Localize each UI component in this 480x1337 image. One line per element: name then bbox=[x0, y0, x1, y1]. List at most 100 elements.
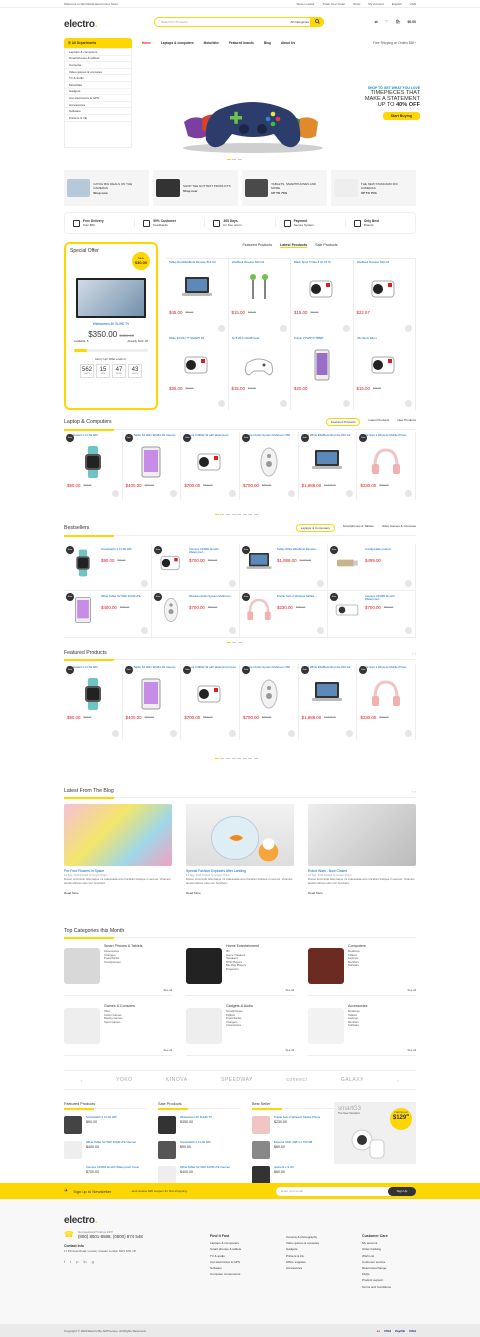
category-link[interactable]: Software bbox=[348, 964, 366, 968]
product-card[interactable]: EliteBook Revolve 810 G2 $15.00 $20.00 bbox=[229, 259, 291, 335]
earphones-image[interactable] bbox=[241, 271, 277, 307]
product-card[interactable]: Sale Purple Solo 2 Wireless Mobile Phone $… bbox=[357, 664, 416, 740]
mini-product-image[interactable] bbox=[64, 1116, 82, 1134]
department-item[interactable]: Printers & Ink bbox=[65, 115, 131, 122]
department-item[interactable]: Laptops & computers bbox=[65, 49, 131, 56]
promo-banner[interactable]: THE NEW STANDARD 360 CAMERAS UP TO 70% bbox=[331, 170, 416, 206]
brand-logo[interactable]: coneect bbox=[286, 1077, 307, 1083]
prev-arrow-icon[interactable]: ‹ bbox=[81, 1078, 83, 1083]
category-link[interactable]: Projectors bbox=[226, 967, 259, 972]
product-name[interactable]: Purple Solo 2 Wireless Mobile... bbox=[277, 595, 323, 602]
carousel-dots[interactable] bbox=[226, 640, 243, 644]
hero-slider-dots[interactable] bbox=[226, 157, 243, 161]
product-card[interactable]: Purple 3TS29T FTB58T $20.00 bbox=[291, 334, 354, 410]
add-to-cart-button[interactable] bbox=[111, 490, 119, 497]
product-name[interactable]: Purple 3TS29T FTB58T bbox=[294, 337, 350, 344]
promo-banner[interactable]: SHOP THE HOTTEST PRODUCTS Shop now bbox=[153, 170, 238, 206]
product-name[interactable]: Tablet White EliteBook Revolve 810 G2 bbox=[302, 666, 354, 673]
product-name[interactable]: Purple Solo 2 Wireless Mobile Phone bbox=[360, 434, 412, 441]
watch-image[interactable] bbox=[75, 444, 111, 480]
category-title[interactable]: Games & Consoles bbox=[104, 1004, 135, 1008]
add-to-cart-button[interactable] bbox=[287, 490, 295, 497]
product-name[interactable]: Wireless Audio System Multiroom... bbox=[189, 595, 235, 602]
blog-image[interactable] bbox=[186, 804, 294, 866]
product-card[interactable]: Sale Wireless Audio System Multiroom 360 $… bbox=[240, 432, 299, 500]
tab-latest[interactable]: Latest Products bbox=[280, 243, 308, 248]
department-item[interactable]: TV & audio bbox=[65, 75, 131, 82]
tv-image[interactable] bbox=[76, 278, 146, 318]
see-all-link[interactable]: See all bbox=[285, 988, 294, 992]
mini-product-name[interactable]: White Tablet S2 WiFi 32GB LTE Internet bbox=[86, 1140, 136, 1144]
search-bar[interactable]: Search for Products All Categories bbox=[154, 16, 324, 27]
product-name[interactable]: White Tablet S2 WiFi 32GB LTE Internet bbox=[126, 434, 178, 441]
product-card[interactable]: Sale White Tablet S2 WiFi 32GB LTE Intern… bbox=[123, 664, 182, 740]
product-name[interactable]: White Tablet S2 WiFi 32GB LTE Internet bbox=[126, 666, 178, 673]
smartg3-ad[interactable]: smartG3 The New Standard STARTING AT $12… bbox=[334, 1102, 416, 1164]
add-to-cart-button[interactable] bbox=[229, 490, 236, 497]
footer-link[interactable]: Smart phones & tablets bbox=[210, 1246, 241, 1252]
headphones-image[interactable] bbox=[368, 676, 404, 712]
google-icon[interactable]: g bbox=[92, 1259, 94, 1264]
promo-banner[interactable]: TABLETS, SMARTPHONES AND MORE UP TO 70% bbox=[242, 170, 327, 206]
mini-product-name[interactable]: Game E.L.S.O0 bbox=[274, 1165, 294, 1169]
add-to-cart-button[interactable] bbox=[405, 580, 412, 587]
product-name[interactable]: White Tablet S2 WiFi 32GB LTE... bbox=[101, 595, 147, 602]
department-item[interactable]: Gadgets bbox=[65, 89, 131, 96]
category-image[interactable] bbox=[308, 948, 344, 984]
category-title[interactable]: Smart Phones & Tablets bbox=[104, 944, 143, 948]
department-item[interactable]: Accessories bbox=[65, 102, 131, 109]
start-buying-button[interactable]: Start Buying bbox=[382, 111, 420, 120]
headphones-image[interactable] bbox=[368, 444, 404, 480]
promo-link[interactable]: Shop now bbox=[93, 191, 146, 195]
tablet-image[interactable] bbox=[133, 444, 169, 480]
tab-sale[interactable]: Sale Products bbox=[315, 243, 337, 248]
wishlist-icon[interactable]: ♡ bbox=[385, 19, 389, 24]
nav-blog[interactable]: Blog bbox=[264, 41, 271, 45]
store-locator-link[interactable]: Store Locator bbox=[297, 2, 315, 6]
add-to-cart-button[interactable] bbox=[317, 627, 324, 634]
blog-title[interactable]: Robot Wars - Now Closed bbox=[308, 869, 416, 873]
tab-new[interactable]: New Products bbox=[397, 418, 416, 426]
watch-image[interactable] bbox=[75, 676, 111, 712]
carousel-dots[interactable] bbox=[214, 756, 259, 760]
product-card[interactable]: Sale Wireless Audio System Multiroom... $7… bbox=[152, 591, 240, 638]
tab-featured[interactable]: Featured Products bbox=[242, 243, 272, 248]
product-card[interactable]: Tablet Red EliteBook Revolve 810 G2 $45.0… bbox=[166, 259, 229, 335]
mini-product-name[interactable]: External SSD USB 3.1 750 GB bbox=[274, 1140, 312, 1144]
mini-product-name[interactable]: Purple Solo 2 Wireless Mobile Phone bbox=[274, 1115, 320, 1119]
see-all-link[interactable]: See all bbox=[407, 1048, 416, 1052]
add-to-cart-button[interactable] bbox=[405, 324, 412, 332]
pinterest-icon[interactable]: p bbox=[76, 1259, 78, 1264]
tab-latest[interactable]: Latest Products bbox=[368, 418, 389, 426]
tab-laptops[interactable]: Laptops & Computers bbox=[295, 524, 335, 532]
add-to-cart-button[interactable] bbox=[217, 324, 225, 332]
department-item[interactable]: Smartphones & tablets bbox=[65, 56, 131, 63]
camera-image[interactable] bbox=[366, 271, 402, 307]
read-more-link[interactable]: Read More bbox=[64, 891, 172, 895]
nav-about[interactable]: About Us bbox=[281, 41, 295, 45]
mini-product[interactable]: Camera C430W 4k with Water-proof Cover $7… bbox=[64, 1165, 146, 1184]
add-to-cart-button[interactable] bbox=[280, 324, 287, 332]
add-to-cart-button[interactable] bbox=[405, 400, 412, 407]
product-name[interactable]: Smartwatch 2.0 LTE Wifi bbox=[101, 548, 147, 555]
mini-product-image[interactable] bbox=[64, 1141, 82, 1159]
special-product-name[interactable]: Widescreen 4K SUHD TV bbox=[70, 322, 152, 326]
product-card[interactable]: Air 8 Wi-Fi 64GB Gold $15.00 $20.00 bbox=[229, 334, 291, 410]
camera-image[interactable] bbox=[366, 347, 402, 383]
see-all-link[interactable]: See all bbox=[163, 988, 172, 992]
nav-featured-brands[interactable]: Featured brands bbox=[229, 41, 254, 45]
track-order-link[interactable]: Track Your Order bbox=[323, 2, 346, 6]
mini-product-image[interactable] bbox=[252, 1116, 270, 1134]
carousel-dots[interactable] bbox=[214, 512, 259, 516]
mini-product-image[interactable] bbox=[252, 1141, 270, 1159]
camera-image[interactable] bbox=[192, 444, 228, 480]
add-to-cart-button[interactable] bbox=[317, 580, 324, 587]
camera-image[interactable] bbox=[304, 271, 340, 307]
category-link[interactable]: Software bbox=[348, 1024, 367, 1028]
department-item[interactable]: Video games & consoles bbox=[65, 69, 131, 76]
blog-image[interactable] bbox=[308, 804, 416, 866]
product-card[interactable]: Mini Wi-Fi WH-1 $15.00 $20.00 bbox=[354, 334, 416, 410]
category-image[interactable] bbox=[64, 1008, 100, 1044]
add-to-cart-button[interactable] bbox=[346, 730, 354, 737]
product-name[interactable]: Tablet Red EliteBook Revolve 810 G2 bbox=[169, 261, 225, 268]
